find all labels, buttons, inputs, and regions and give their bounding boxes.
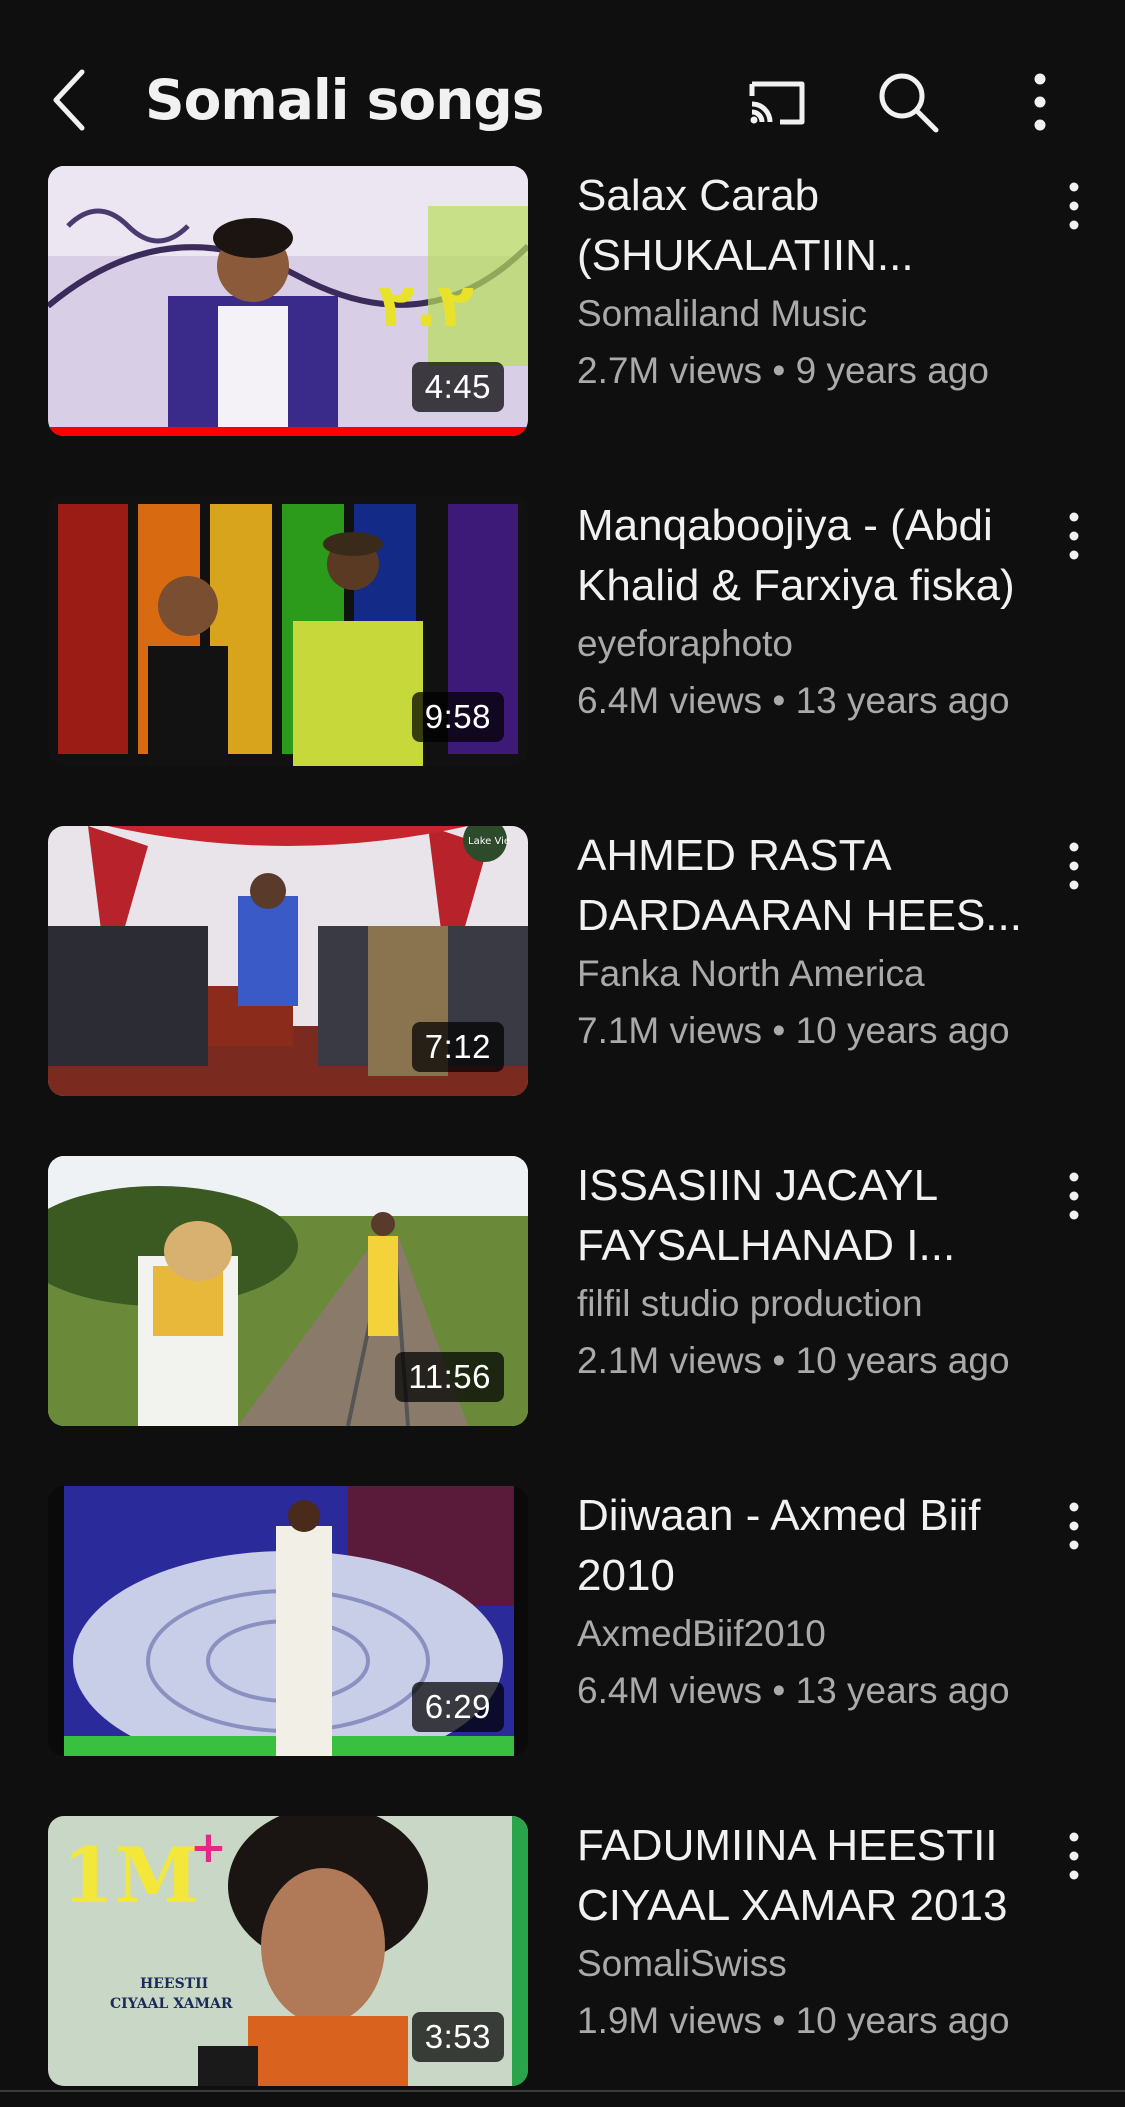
video-duration: 3:53	[411, 2012, 504, 2062]
video-thumbnail[interactable]: ٢.٢ 4:45	[48, 166, 528, 436]
video-info: AHMED RASTA DARDAARAN HEES... Fanka Nort…	[577, 826, 1047, 1060]
video-thumbnail[interactable]: 1M + HEESTII CIYAAL XAMAR 3:53	[48, 1816, 528, 2086]
video-title[interactable]: Diiwaan - Axmed Biif 2010	[577, 1486, 1047, 1606]
video-thumbnail[interactable]: 9:58	[48, 496, 528, 766]
view-count: 7.1M views	[577, 1010, 763, 1051]
video-meta: 6.4M views • 13 years ago	[577, 672, 1047, 730]
video-title[interactable]: ISSASIIN JACAYL FAYSALHANAD I...	[577, 1156, 1047, 1276]
back-arrow-icon	[53, 69, 85, 131]
video-thumbnail[interactable]: 11:56	[48, 1156, 528, 1426]
video-item[interactable]: 11:56 ISSASIIN JACAYL FAYSALHANAD I... f…	[0, 1156, 1125, 1426]
separator: •	[772, 2000, 786, 2041]
svg-text:٢.٢: ٢.٢	[378, 271, 474, 341]
upload-age: 9 years ago	[795, 350, 989, 391]
video-menu-button[interactable]	[1050, 1166, 1098, 1226]
video-item[interactable]: Lake Vie 7:12 AHMED RASTA DARDAARAN HEES…	[0, 826, 1125, 1096]
video-duration: 6:29	[411, 1682, 504, 1732]
more-vertical-icon	[1069, 1172, 1079, 1220]
channel-name: eyeforaphoto	[577, 623, 794, 664]
video-info: Diiwaan - Axmed Biif 2010 AxmedBiif2010 …	[577, 1486, 1047, 1720]
separator: •	[772, 350, 786, 391]
watch-progress-bar	[48, 427, 528, 436]
video-meta: 7.1M views • 10 years ago	[577, 1002, 1047, 1060]
video-duration: 9:58	[411, 692, 504, 742]
more-vertical-icon	[1069, 512, 1079, 560]
view-count: 6.4M views	[577, 680, 763, 721]
video-thumbnail[interactable]: Lake Vie 7:12	[48, 826, 528, 1096]
view-count: 1.9M views	[577, 2000, 763, 2041]
video-meta: 6.4M views • 13 years ago	[577, 1662, 1047, 1720]
video-item[interactable]: 6:29 Diiwaan - Axmed Biif 2010 AxmedBiif…	[0, 1486, 1125, 1756]
channel-name: Somaliland Music	[577, 293, 867, 334]
cast-button[interactable]	[740, 66, 812, 138]
back-button[interactable]	[44, 62, 104, 138]
thumbnail-caption: HEESTII	[140, 1976, 208, 1992]
video-meta: 2.1M views • 10 years ago	[577, 1332, 1047, 1390]
video-menu-button[interactable]	[1050, 506, 1098, 566]
separator: •	[772, 1670, 786, 1711]
video-menu-button[interactable]	[1050, 1826, 1098, 1886]
video-meta: 2.7M views • 9 years ago	[577, 342, 1047, 400]
search-button[interactable]	[872, 66, 944, 138]
video-info: ISSASIIN JACAYL FAYSALHANAD I... filfil …	[577, 1156, 1047, 1390]
separator: •	[772, 680, 786, 721]
more-vertical-icon	[1069, 1832, 1079, 1880]
upload-age: 10 years ago	[795, 1010, 1010, 1051]
video-info: Manqaboojiya - (Abdi Khalid & Farxiya fi…	[577, 496, 1047, 730]
upload-age: 13 years ago	[795, 680, 1010, 721]
channel-name: AxmedBiif2010	[577, 1613, 826, 1654]
channel-name: SomaliSwiss	[577, 1943, 787, 1984]
more-vertical-icon	[1069, 842, 1079, 890]
video-thumbnail[interactable]: 6:29	[48, 1486, 528, 1756]
upload-age: 10 years ago	[795, 2000, 1010, 2041]
cast-icon	[749, 81, 805, 125]
video-menu-button[interactable]	[1050, 176, 1098, 236]
video-duration: 4:45	[411, 362, 504, 412]
thumbnail-watermark: Lake Vie	[468, 836, 510, 847]
more-options-button[interactable]	[1004, 66, 1076, 138]
video-title[interactable]: AHMED RASTA DARDAARAN HEES...	[577, 826, 1047, 946]
video-menu-button[interactable]	[1050, 836, 1098, 896]
page-title: Somali songs	[145, 68, 544, 132]
separator: •	[772, 1010, 786, 1051]
video-item[interactable]: 1M + HEESTII CIYAAL XAMAR 3:53 FADUMIINA…	[0, 1816, 1125, 2086]
separator: •	[772, 1340, 786, 1381]
bottom-divider	[0, 2090, 1125, 2092]
video-title[interactable]: Salax Carab (SHUKALATIIN...	[577, 166, 1047, 286]
video-duration: 11:56	[395, 1352, 504, 1402]
upload-age: 13 years ago	[795, 1670, 1010, 1711]
video-duration: 7:12	[411, 1022, 504, 1072]
video-menu-button[interactable]	[1050, 1496, 1098, 1556]
video-item[interactable]: ٢.٢ 4:45 Salax Carab (SHUKALATIIN... Som…	[0, 166, 1125, 436]
thumbnail-badge-plus: +	[190, 1822, 227, 1873]
video-info: FADUMIINA HEESTII CIYAAL XAMAR 2013 Soma…	[577, 1816, 1047, 2050]
video-meta: 1.9M views • 10 years ago	[577, 1992, 1047, 2050]
video-item[interactable]: 9:58 Manqaboojiya - (Abdi Khalid & Farxi…	[0, 496, 1125, 766]
thumbnail-caption: CIYAAL XAMAR	[110, 1996, 233, 2012]
search-icon	[879, 73, 939, 133]
video-info: Salax Carab (SHUKALATIIN... Somaliland M…	[577, 166, 1047, 400]
more-vertical-icon	[1069, 182, 1079, 230]
view-count: 2.1M views	[577, 1340, 763, 1381]
top-app-bar: Somali songs	[0, 0, 1125, 160]
thumbnail-badge: 1M	[62, 1831, 199, 1920]
video-title[interactable]: Manqaboojiya - (Abdi Khalid & Farxiya fi…	[577, 496, 1047, 616]
channel-name: Fanka North America	[577, 953, 925, 994]
view-count: 2.7M views	[577, 350, 763, 391]
more-vertical-icon	[1034, 73, 1046, 131]
more-vertical-icon	[1069, 1502, 1079, 1550]
upload-age: 10 years ago	[795, 1340, 1010, 1381]
video-title[interactable]: FADUMIINA HEESTII CIYAAL XAMAR 2013	[577, 1816, 1047, 1936]
view-count: 6.4M views	[577, 1670, 763, 1711]
channel-name: filfil studio production	[577, 1283, 923, 1324]
